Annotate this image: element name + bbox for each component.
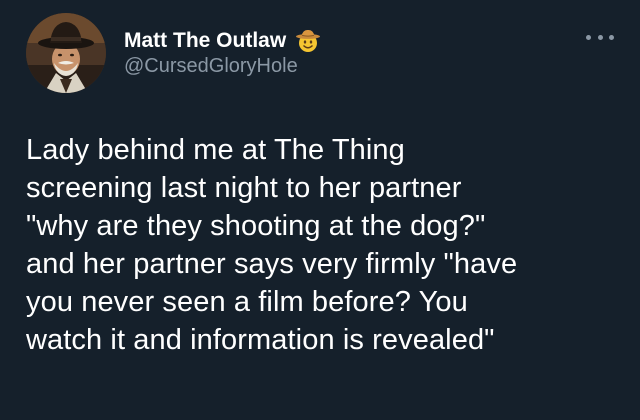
tweet-text-line: watch it and information is revealed" [26, 324, 495, 356]
tweet-text-line: screening last night to her partner [26, 172, 462, 204]
cowboy-hat-face-emoji-icon [295, 28, 321, 54]
tweet-text: Lady behind me at The Thing screening la… [26, 131, 626, 359]
more-dot [597, 34, 603, 40]
more-options-icon[interactable] [586, 30, 614, 44]
tweet-text-line: and her partner says very firmly "have [26, 248, 518, 280]
tweet-text-line: Lady behind me at The Thing [26, 134, 405, 166]
author-name-row: Matt The Outlaw [124, 27, 321, 55]
tweet-text-line: "why are they shooting at the dog?" [26, 210, 486, 242]
avatar-icon [26, 13, 106, 93]
avatar[interactable] [26, 13, 106, 93]
tweet-card: Matt The Outlaw @CursedGloryHole Lady be… [0, 0, 640, 420]
more-dot [609, 34, 614, 40]
author-display-name[interactable]: Matt The Outlaw [124, 29, 286, 53]
more-dot [586, 34, 591, 40]
tweet-text-line: you never seen a film before? You [26, 286, 468, 318]
author-handle[interactable]: @CursedGloryHole [124, 55, 298, 78]
